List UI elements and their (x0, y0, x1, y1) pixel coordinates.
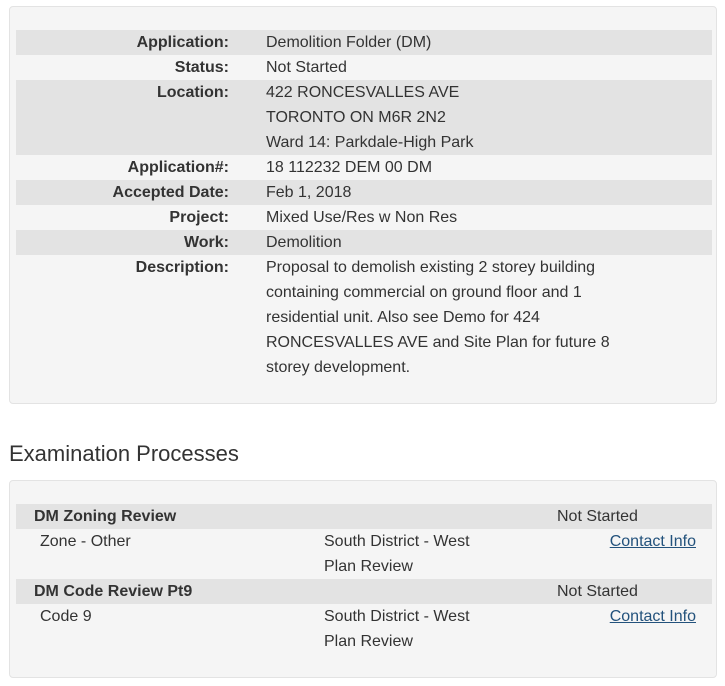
process-district-line: South District - West (324, 608, 470, 625)
description-line: storey development. (266, 359, 411, 376)
status-label: Status: (174, 59, 229, 76)
accepted-date-label: Accepted Date: (112, 184, 229, 201)
work-row: Work: Demolition (16, 230, 712, 255)
application-label: Application: (136, 34, 229, 51)
contact-info-link[interactable]: Contact Info (610, 529, 696, 554)
status-row: Status: Not Started (16, 55, 712, 80)
process-name: DM Zoning Review (34, 508, 177, 525)
accepted-date-row: Accepted Date: Feb 1, 2018 (16, 180, 712, 205)
examination-processes-heading: Examination Processes (9, 441, 239, 466)
location-row: Location: 422 RONCESVALLES AVE TORONTO O… (16, 80, 712, 155)
accepted-date-value: Feb 1, 2018 (266, 184, 352, 201)
description-line: containing commercial on ground floor an… (266, 284, 582, 301)
description-line: RONCESVALLES AVE and Site Plan for futur… (266, 334, 610, 351)
process-type: Zone - Other (40, 533, 131, 550)
contact-info-link[interactable]: Contact Info (610, 604, 696, 629)
process-header-row: DM Zoning Review Not Started (16, 504, 712, 529)
work-label: Work: (183, 234, 229, 251)
process-name: DM Code Review Pt9 (34, 583, 193, 600)
examination-processes-panel: DM Zoning Review Not Started Zone - Othe… (9, 480, 717, 678)
process-detail-row: Zone - Other South District - West Plan … (16, 529, 712, 579)
process-district-line: South District - West (324, 533, 470, 550)
process-type: Code 9 (40, 608, 92, 625)
description-line: Proposal to demolish existing 2 storey b… (266, 259, 596, 276)
description-row: Description: Proposal to demolish existi… (16, 255, 712, 380)
application-row: Application: Demolition Folder (DM) (16, 30, 712, 55)
process-district-line: Plan Review (324, 633, 413, 650)
application-info-panel: Application: Demolition Folder (DM) Stat… (9, 6, 717, 404)
project-value: Mixed Use/Res w Non Res (266, 209, 458, 226)
location-value: 422 RONCESVALLES AVE TORONTO ON M6R 2N2 … (266, 80, 696, 155)
process-header-row: DM Code Review Pt9 Not Started (16, 579, 712, 604)
process-status: Not Started (557, 583, 638, 600)
location-line: Ward 14: Parkdale-High Park (266, 134, 474, 151)
location-label: Location: (157, 84, 229, 101)
process-status: Not Started (557, 508, 638, 525)
application-number-label: Application#: (127, 159, 229, 176)
application-value: Demolition Folder (DM) (266, 34, 432, 51)
application-number-value: 18 112232 DEM 00 DM (266, 159, 433, 176)
location-line: 422 RONCESVALLES AVE (266, 84, 460, 101)
description-line: residential unit. Also see Demo for 424 (266, 309, 540, 326)
application-number-row: Application#: 18 112232 DEM 00 DM (16, 155, 712, 180)
process-district-line: Plan Review (324, 558, 413, 575)
process-detail-row: Code 9 South District - West Plan Review… (16, 604, 712, 654)
process-district: South District - West Plan Review (324, 604, 514, 654)
project-label: Project: (169, 209, 229, 226)
description-value: Proposal to demolish existing 2 storey b… (266, 255, 696, 380)
description-label: Description: (135, 259, 229, 276)
location-line: TORONTO ON M6R 2N2 (266, 109, 446, 126)
process-district: South District - West Plan Review (324, 529, 514, 579)
work-value: Demolition (266, 234, 342, 251)
project-row: Project: Mixed Use/Res w Non Res (16, 205, 712, 230)
status-value: Not Started (266, 59, 347, 76)
